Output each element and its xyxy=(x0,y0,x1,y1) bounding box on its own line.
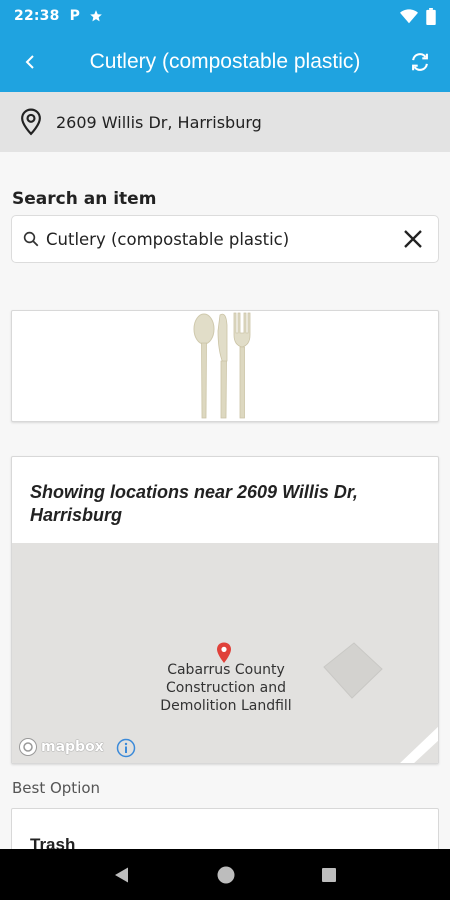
item-image-card xyxy=(11,310,439,422)
star-icon xyxy=(90,10,102,22)
back-chevron-icon xyxy=(25,55,34,69)
address-text: 2609 Willis Dr, Harrisburg xyxy=(56,112,262,132)
place-line-3: Demolition Landfill xyxy=(160,698,292,714)
map-heading: Showing locations near 2609 Willis Dr, H… xyxy=(30,482,358,525)
screen: 22:38 P Cutlery (compostable plastic) 26… xyxy=(0,0,450,900)
back-triangle-icon[interactable] xyxy=(113,866,131,884)
refresh-icon xyxy=(412,53,428,71)
search-query: Cutlery (compostable plastic) xyxy=(46,229,290,249)
p-icon: P xyxy=(69,8,80,24)
status-time: 22:38 xyxy=(14,8,60,24)
search-label: Search an item xyxy=(12,189,157,209)
search-input[interactable]: Cutlery (compostable plastic) xyxy=(11,215,439,263)
page-title: Cutlery (compostable plastic) xyxy=(89,50,361,73)
search-icon xyxy=(23,231,39,247)
system-nav-bar xyxy=(0,849,450,900)
location-bar[interactable]: 2609 Willis Dr, Harrisburg xyxy=(0,92,450,152)
clear-search-button[interactable] xyxy=(398,224,428,254)
cutlery-image xyxy=(193,312,251,419)
place-line-1: Cabarrus County xyxy=(167,662,285,678)
battery-icon xyxy=(426,7,436,25)
clear-icon xyxy=(404,230,422,248)
map-card: Showing locations near 2609 Willis Dr, H… xyxy=(11,456,439,764)
home-circle-icon[interactable] xyxy=(216,865,236,885)
best-option-label: Best Option xyxy=(12,779,101,797)
map[interactable]: Cabarrus County Construction and Demolit… xyxy=(12,543,438,763)
mapbox-logo[interactable]: mapbox xyxy=(18,737,104,757)
app-bar: Cutlery (compostable plastic) xyxy=(0,32,450,92)
mapbox-logo-icon xyxy=(19,738,37,756)
refresh-button[interactable] xyxy=(390,32,450,92)
wifi-icon xyxy=(400,8,418,23)
place-line-2: Construction and xyxy=(166,680,286,696)
status-bar: 22:38 P xyxy=(0,0,450,32)
mapbox-attribution: mapbox xyxy=(41,739,104,755)
back-button[interactable] xyxy=(0,32,60,92)
info-icon[interactable] xyxy=(116,738,136,758)
location-pin-icon xyxy=(21,108,41,136)
map-place-label[interactable]: Cabarrus County Construction and Demolit… xyxy=(124,661,328,715)
recents-square-icon[interactable] xyxy=(321,867,337,883)
